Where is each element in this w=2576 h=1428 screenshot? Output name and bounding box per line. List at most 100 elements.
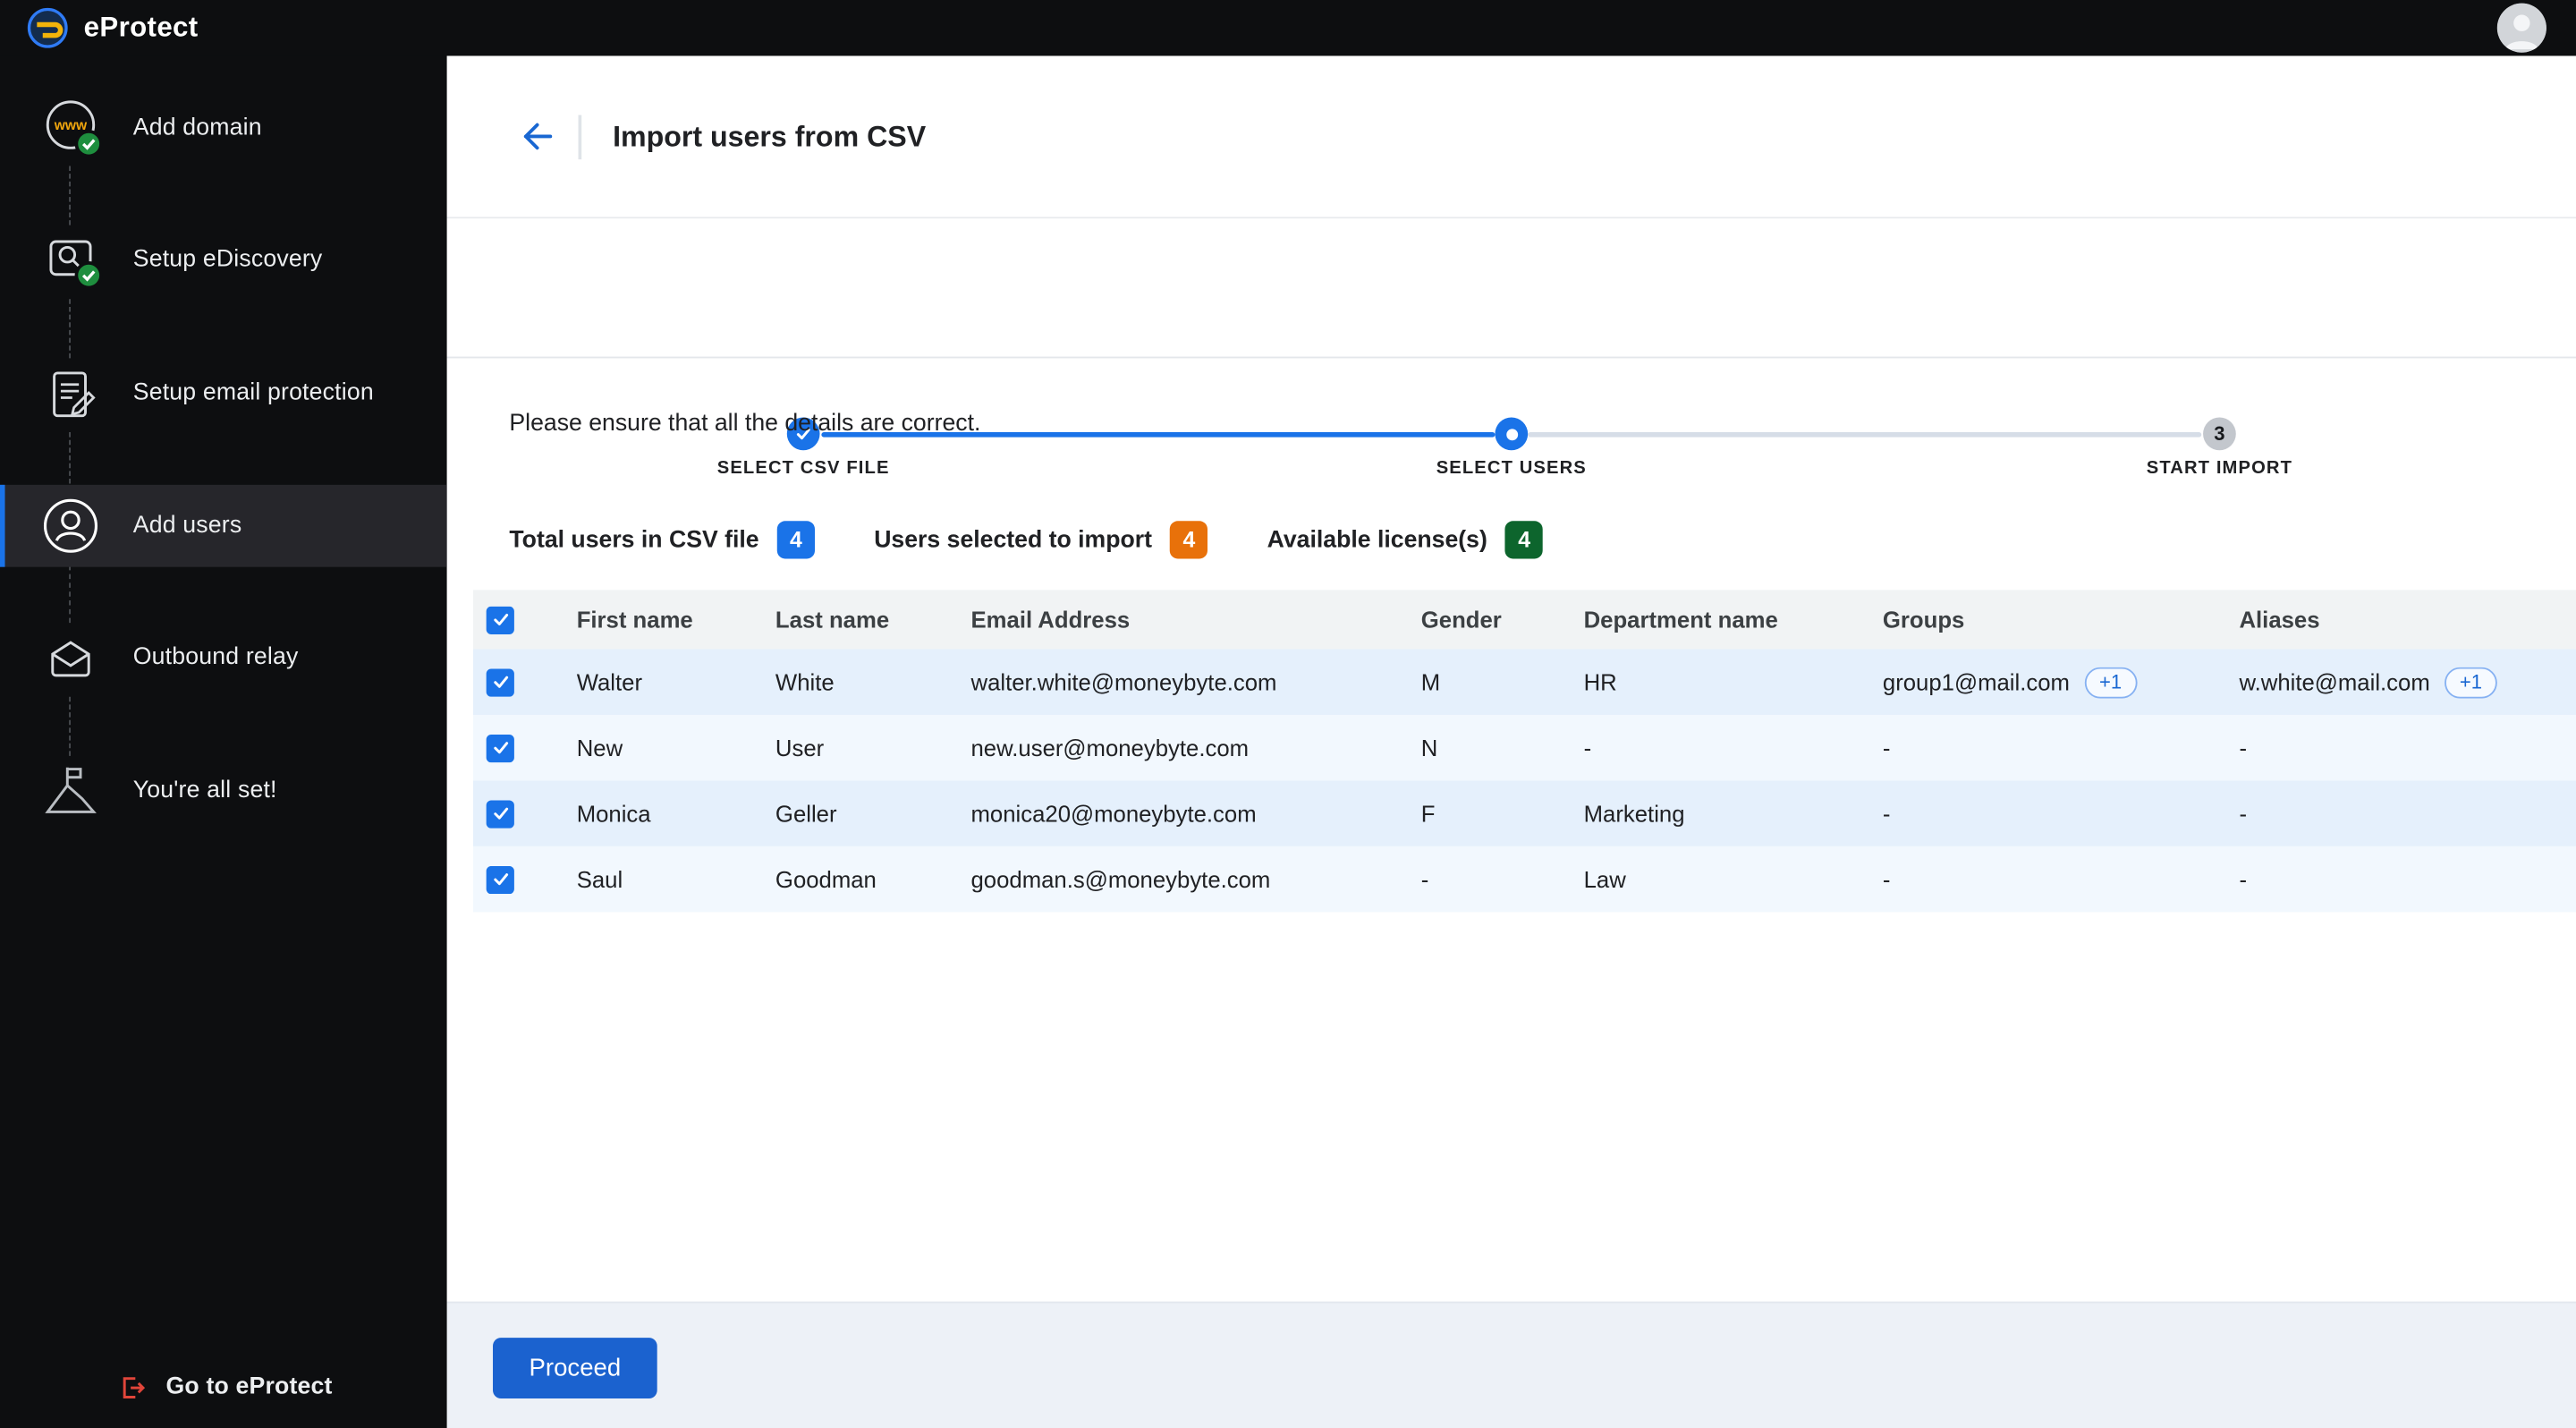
sidebar-item-label: Add users [132, 513, 242, 540]
step-2-label: SELECT USERS [1436, 458, 1587, 479]
wizard-stepper: 3 SELECT CSV FILE SELECT USERS START IMP… [446, 218, 2576, 478]
sidebar-item-all-set[interactable]: You're all set! [0, 750, 447, 832]
confirmation-note: Please ensure that all the details are c… [509, 411, 981, 438]
header-divider [578, 114, 582, 159]
sidebar-item-label: Setup eDiscovery [132, 246, 323, 273]
step-2-active-icon [1495, 417, 1529, 451]
cell-groups: group1@mail.com +1 [1883, 666, 2240, 698]
row-checkbox[interactable] [486, 865, 514, 894]
stat-available-licenses: Available license(s) 4 [1267, 521, 1544, 559]
cell-last-name: White [775, 668, 835, 695]
groups-more-chip[interactable]: +1 [2084, 666, 2137, 698]
cell-email: new.user@moneybyte.com [970, 735, 1250, 761]
bottom-action-bar: Proceed [446, 1301, 2576, 1428]
cell-first-name: Monica [576, 800, 651, 827]
stepper-dash-connector [69, 696, 71, 756]
cell-email: goodman.s@moneybyte.com [970, 865, 1271, 893]
sidebar: www Add domain Setup eDiscovery Setup em… [0, 0, 447, 1428]
cell-department: HR [1583, 668, 1617, 695]
cell-aliases: - [2239, 735, 2248, 761]
stat-label: Available license(s) [1267, 526, 1487, 554]
col-header-groups: Groups [1882, 606, 1965, 633]
stepper-dash-connector [69, 565, 71, 624]
step-3-label: START IMPORT [2146, 458, 2293, 479]
col-header-aliases: Aliases [2239, 606, 2320, 633]
globe-www-icon: www [35, 92, 107, 165]
sidebar-item-setup-email-protection[interactable]: Setup email protection [0, 352, 447, 434]
stat-label: Users selected to import [874, 526, 1153, 554]
cell-gender: N [1420, 735, 1438, 761]
cell-last-name: Goodman [775, 865, 877, 893]
table-row: Saul Goodman goodman.s@moneybyte.com - L… [472, 846, 2576, 913]
sidebar-item-setup-ediscovery[interactable]: Setup eDiscovery [0, 218, 447, 301]
sidebar-item-label: You're all set! [132, 777, 277, 804]
email-protection-icon [35, 357, 107, 429]
page-header: Import users from CSV [446, 55, 2576, 219]
stat-label: Total users in CSV file [509, 526, 759, 554]
exit-icon [118, 1373, 146, 1401]
user-avatar[interactable] [2496, 3, 2546, 53]
stats-row: Total users in CSV file 4 Users selected… [509, 521, 1544, 559]
row-checkbox[interactable] [486, 667, 514, 696]
cell-gender: F [1420, 800, 1436, 827]
table-header-row: First name Last name Email Address Gende… [472, 590, 2576, 650]
cell-first-name: Saul [576, 865, 623, 893]
proceed-button[interactable]: Proceed [493, 1338, 657, 1399]
users-table: First name Last name Email Address Gende… [472, 590, 2576, 913]
ediscovery-icon [35, 224, 107, 296]
go-to-eprotect-link[interactable]: Go to eProtect [0, 1364, 447, 1409]
sidebar-item-label: Outbound relay [132, 643, 299, 671]
row-checkbox[interactable] [486, 799, 514, 828]
sidebar-item-add-users[interactable]: Add users [0, 484, 447, 567]
add-users-icon [35, 489, 107, 562]
col-header-gender: Gender [1420, 606, 1502, 633]
flag-mountain-icon [35, 754, 107, 827]
sidebar-item-label: Setup email protection [132, 379, 374, 406]
page-title: Import users from CSV [613, 119, 927, 152]
back-arrow-button[interactable] [513, 112, 562, 161]
step-3-number: 3 [2203, 417, 2236, 451]
cell-groups: - [1882, 735, 1891, 761]
stepper-dash-connector [69, 432, 71, 492]
app-window: www Add domain Setup eDiscovery Setup em… [0, 0, 2576, 1428]
sidebar-item-add-domain[interactable]: www Add domain [0, 87, 447, 169]
cell-groups: - [1882, 800, 1891, 827]
cell-department: Law [1583, 865, 1626, 893]
row-checkbox[interactable] [486, 734, 514, 762]
select-all-checkbox[interactable] [486, 605, 514, 634]
stat-total-users: Total users in CSV file 4 [509, 521, 816, 559]
col-header-first-name: First name [576, 606, 693, 633]
app-title: eProtect [83, 11, 199, 43]
stat-badge-licenses: 4 [1505, 521, 1544, 559]
col-header-last-name: Last name [775, 606, 890, 633]
cell-last-name: Geller [775, 800, 837, 827]
sidebar-item-outbound-relay[interactable]: Outbound relay [0, 616, 447, 699]
cell-aliases: w.white@mail.com +1 [2239, 666, 2576, 698]
table-row: Monica Geller monica20@moneybyte.com F M… [472, 780, 2576, 846]
cell-department: Marketing [1583, 800, 1685, 827]
table-body: Walter White walter.white@moneybyte.com … [472, 649, 2576, 913]
cell-aliases: - [2239, 865, 2248, 893]
topbar: eProtect [0, 0, 2576, 56]
step-1-label: SELECT CSV FILE [716, 458, 890, 479]
main-content: Import users from CSV 3 SELECT CSV FILE … [446, 55, 2576, 1428]
stepper-dash-connector [69, 299, 71, 359]
cell-email: walter.white@moneybyte.com [970, 668, 1277, 695]
cell-gender: - [1420, 865, 1429, 893]
cell-last-name: User [775, 735, 825, 761]
stat-badge-total: 4 [776, 521, 816, 559]
aliases-more-chip[interactable]: +1 [2445, 666, 2497, 698]
table-row: New User new.user@moneybyte.com N - - - [472, 714, 2576, 781]
cell-first-name: New [576, 735, 623, 761]
col-header-email: Email Address [970, 606, 1131, 633]
svg-text:www: www [54, 118, 88, 133]
stepper-line-upcoming [1528, 432, 2202, 437]
outbound-relay-icon [35, 621, 107, 693]
go-to-eprotect-label: Go to eProtect [165, 1373, 333, 1400]
col-header-department: Department name [1583, 606, 1778, 633]
eprotect-logo-icon [26, 6, 69, 49]
cell-gender: M [1420, 668, 1441, 695]
table-row: Walter White walter.white@moneybyte.com … [472, 649, 2576, 715]
stat-badge-selected: 4 [1170, 521, 1208, 559]
stepper-dash-connector [69, 166, 71, 225]
